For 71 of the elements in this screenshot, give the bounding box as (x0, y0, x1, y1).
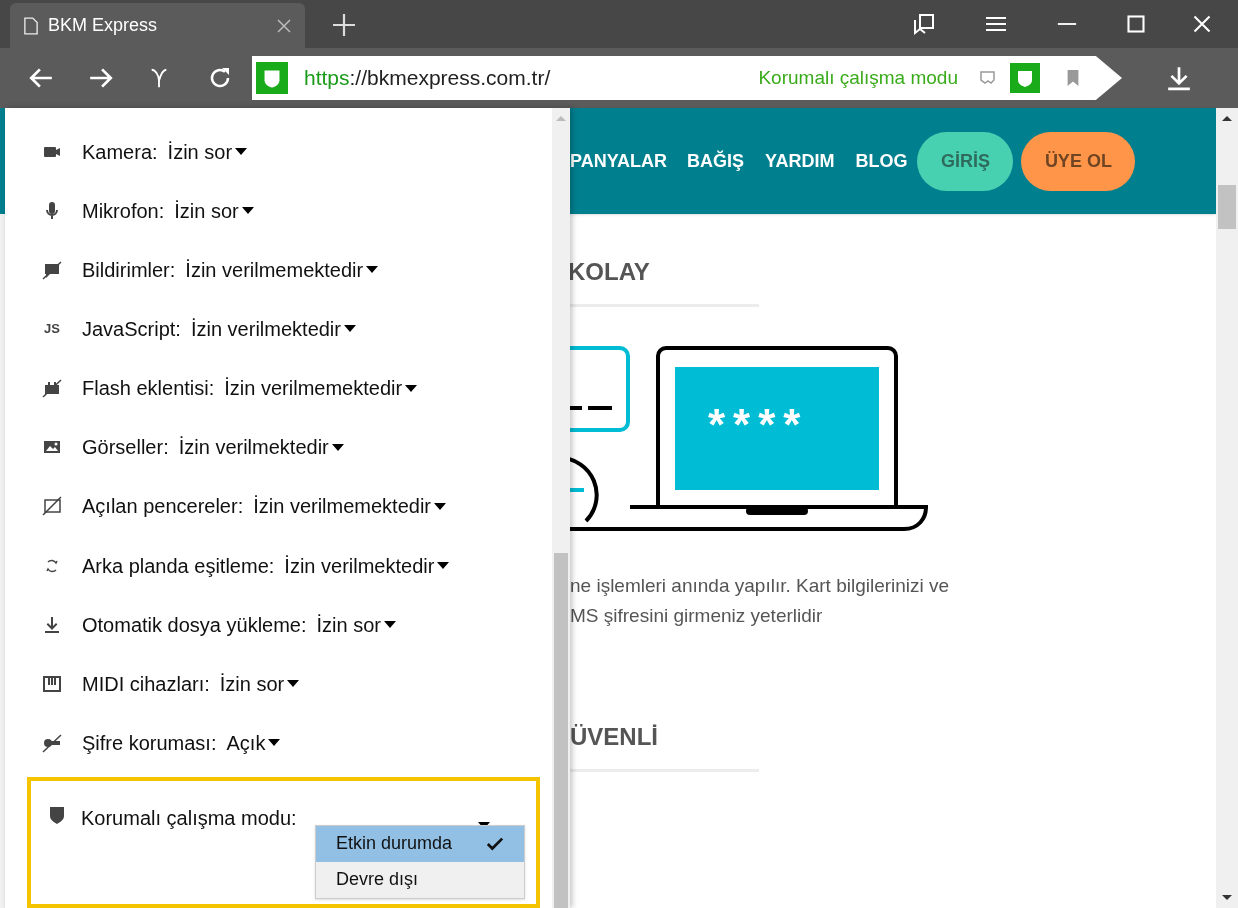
permission-dropdown[interactable]: İzin sor (167, 136, 248, 167)
page-icon (24, 16, 38, 35)
permission-dropdown[interactable]: İzin sor (174, 195, 254, 226)
shield-icon[interactable] (256, 62, 288, 94)
permission-dropdown[interactable]: İzin verilmemektedir (185, 254, 379, 285)
permission-dropdown[interactable]: İzin sor (316, 609, 396, 640)
permission-label: Şifre koruması: (82, 730, 217, 756)
permission-dropdown[interactable]: İzin sor (219, 668, 300, 699)
permission-dropdown[interactable]: Açık (226, 727, 281, 758)
paragraph-line: ne işlemleri anında yapılır. Kart bilgilerinizi ve (570, 574, 951, 598)
tab-title: BKM Express (48, 14, 159, 37)
caret-icon (268, 739, 281, 747)
section-heading: KOLAY (568, 257, 651, 287)
caret-icon (235, 148, 248, 156)
reload-icon[interactable] (208, 66, 232, 90)
caret-icon (437, 562, 450, 570)
permission-label: JavaScript: (82, 317, 181, 342)
tabs-icon[interactable] (912, 12, 936, 36)
permission-dropdown[interactable]: İzin verilmektedir (190, 314, 356, 344)
nav-link[interactable]: PANYALAR (570, 147, 667, 175)
dropdown-option[interactable]: Etkin durumda (316, 825, 524, 862)
permission-label: Bildirimler: (82, 257, 176, 283)
caret-icon (344, 325, 356, 333)
scrollbar-thumb[interactable] (1218, 185, 1236, 229)
permission-label: Görseller: (82, 435, 169, 461)
key-icon (42, 732, 62, 753)
permission-label: Otomatik dosya yükleme: (82, 612, 307, 638)
permission-label: Korumalı çalışma modu: (81, 805, 297, 831)
js-icon: JS (42, 319, 62, 339)
caret-icon (331, 443, 344, 451)
protected-mode-label: Korumalı çalışma modu (758, 65, 958, 90)
chat-bubble-icon (42, 259, 62, 280)
section-heading: ÜVENLİ (570, 722, 659, 752)
password-mask-text: **** (708, 403, 809, 447)
paragraph-line: MS şifresini girmeniz yeterlidir (570, 604, 824, 628)
caret-icon (434, 502, 447, 510)
caret-icon (405, 384, 418, 392)
nav-link[interactable]: BAĞIŞ (687, 147, 745, 175)
permission-label: Kamera: (82, 139, 158, 165)
permission-dropdown[interactable]: İzin verilmektedir (284, 550, 450, 581)
permission-label: Arka planda eşitleme: (82, 553, 275, 579)
caret-icon (384, 621, 396, 629)
shield-icon (47, 804, 67, 825)
address-bar[interactable]: https://bkmexpress.com.tr/ Korumalı çalışma modu (252, 56, 1122, 100)
nav-link[interactable]: YARDIM (765, 147, 835, 175)
close-window-icon[interactable] (1192, 14, 1212, 34)
window-icon (42, 496, 62, 517)
nav-link[interactable]: BLOG (855, 147, 908, 175)
caret-icon (241, 207, 254, 215)
url-text: https://bkmexpress.com.tr/ (304, 65, 552, 92)
dropdown-option[interactable]: Devre dışı (316, 861, 524, 898)
caret-icon (287, 680, 300, 688)
scrollbar-thumb[interactable] (554, 553, 568, 908)
permission-label: Mikrofon: (82, 198, 165, 224)
signup-button[interactable]: ÜYE OL (1021, 131, 1136, 191)
permission-dropdown[interactable]: İzin verilmektedir (178, 432, 344, 463)
shield-icon[interactable] (1010, 63, 1040, 93)
permission-label: Açılan pencereler: (82, 494, 244, 520)
permission-label: Flash eklentisi: (82, 376, 215, 402)
permission-dropdown[interactable]: İzin verilmemektedir (253, 491, 447, 522)
download-icon (42, 614, 62, 635)
permission-label: MIDI cihazları: (82, 671, 210, 697)
new-tab-icon[interactable] (333, 14, 355, 36)
plugin-icon (42, 378, 62, 399)
close-icon[interactable] (277, 18, 291, 33)
caret-icon (366, 266, 379, 274)
browser-tab[interactable]: BKM Express (10, 3, 305, 48)
permission-dropdown[interactable]: İzin verilmemektedir (224, 373, 418, 404)
piano-keys-icon (42, 673, 62, 694)
download-icon[interactable] (1166, 64, 1192, 92)
maximize-icon[interactable] (1126, 14, 1146, 34)
